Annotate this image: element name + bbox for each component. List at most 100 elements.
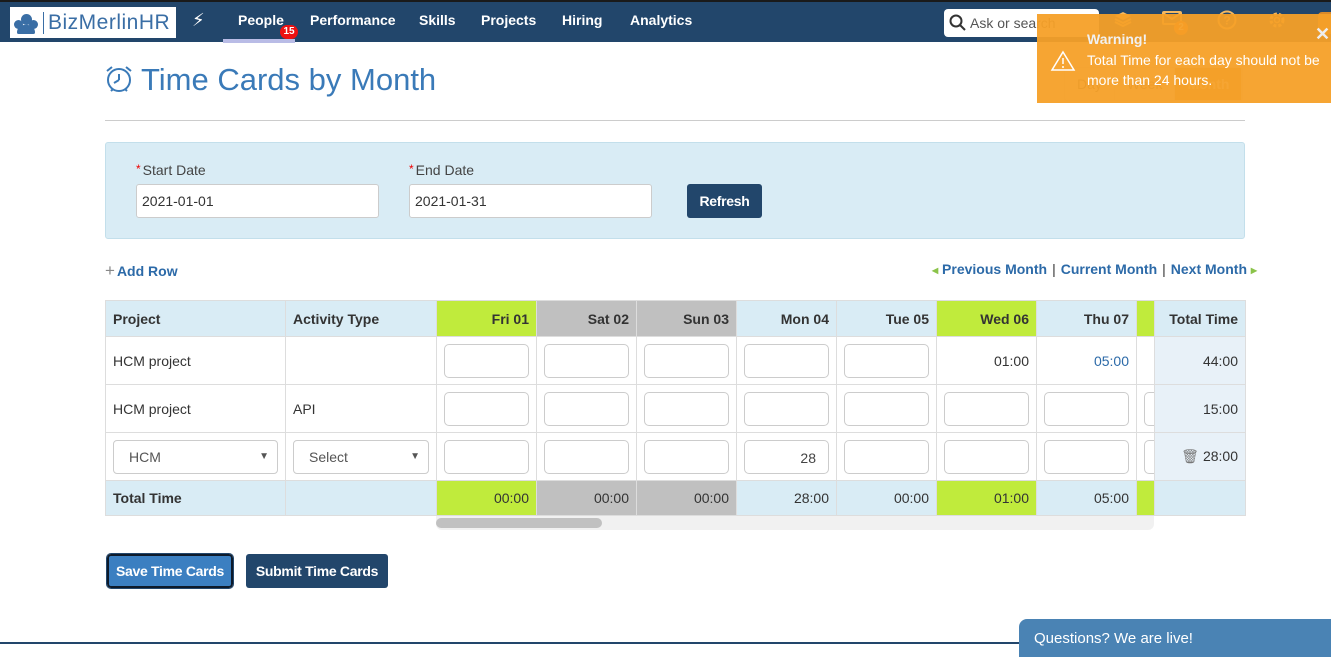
hours-input[interactable] — [544, 343, 629, 378]
footer-divider — [0, 642, 1020, 644]
day-cell — [936, 432, 1037, 481]
day-cell — [436, 384, 537, 433]
day-total: 05:00 — [1036, 480, 1137, 516]
hours-input[interactable] — [544, 439, 629, 474]
day-cell: 01:00 — [936, 336, 1037, 385]
row-total-cell: 🗑︎ 28:00 — [1154, 432, 1246, 481]
hours-input[interactable] — [944, 391, 1029, 426]
hours-input[interactable] — [444, 343, 529, 378]
day-cell: 28 — [736, 432, 837, 481]
nav-people[interactable]: People — [238, 12, 284, 28]
day-header: Tue 05 — [836, 300, 937, 337]
day-total: 00:00 — [636, 480, 737, 516]
day-cell — [436, 432, 537, 481]
table-row — [436, 384, 1154, 433]
horizontal-scrollbar[interactable] — [436, 516, 1154, 530]
project-cell: HCM project — [105, 384, 286, 433]
day-header: Fri 01 — [436, 300, 537, 337]
day-cell — [836, 432, 937, 481]
end-date-input[interactable]: 2021-01-31 — [409, 184, 652, 218]
nav-projects[interactable]: Projects — [481, 12, 536, 28]
chevron-down-icon: ▼ — [410, 451, 420, 462]
day-header — [1136, 300, 1154, 337]
hours-input[interactable] — [644, 391, 729, 426]
day-cell — [1136, 432, 1154, 481]
day-header: Wed 06 — [936, 300, 1037, 337]
scrollbar-thumb[interactable] — [436, 518, 602, 528]
warning-message: Total Time for each day should not be mo… — [1087, 52, 1320, 88]
bolt-icon[interactable]: ⚡︎ — [192, 10, 205, 31]
submit-time-cards-button[interactable]: Submit Time Cards — [246, 554, 388, 588]
column-header-total: Total Time — [1154, 300, 1246, 337]
row-total: 15:00 — [1154, 384, 1246, 433]
hours-input[interactable] — [444, 391, 529, 426]
start-date-label: * Start Date — [136, 162, 206, 178]
close-icon[interactable]: ✕ — [1315, 24, 1330, 45]
total-time-label: Total Time — [105, 480, 286, 516]
day-cell — [736, 336, 837, 385]
project-cell: HCM project — [105, 336, 286, 385]
start-date-input[interactable]: 2021-01-01 — [136, 184, 379, 218]
column-header-project: Project — [105, 300, 286, 337]
warning-title: Warning! — [1087, 31, 1148, 47]
nav-performance[interactable]: Performance — [310, 12, 396, 28]
activity-cell — [285, 336, 437, 385]
row-total: 44:00 — [1154, 336, 1246, 385]
day-total: 00:00 — [436, 480, 537, 516]
hours-input[interactable] — [944, 439, 1029, 474]
refresh-button[interactable]: Refresh — [687, 184, 762, 218]
day-cell: 05:00 — [1036, 336, 1137, 385]
current-month-link[interactable]: Current Month — [1061, 261, 1157, 277]
nav-analytics[interactable]: Analytics — [630, 12, 692, 28]
next-month-link[interactable]: Next Month — [1171, 261, 1247, 277]
day-header: Mon 04 — [736, 300, 837, 337]
title-divider — [105, 120, 1245, 121]
chevron-down-icon: ▼ — [259, 451, 269, 462]
day-cell — [636, 336, 737, 385]
day-total: 00:00 — [836, 480, 937, 516]
hours-input[interactable] — [1144, 439, 1154, 474]
live-chat-widget[interactable]: Questions? We are live! — [1019, 619, 1331, 657]
day-cell — [536, 384, 637, 433]
hours-input[interactable] — [744, 391, 829, 426]
logo[interactable]: BizMerlinHR — [10, 7, 176, 38]
nav-hiring[interactable]: Hiring — [562, 12, 602, 28]
day-total — [1136, 480, 1154, 516]
activity-select[interactable]: Select ▼ — [293, 439, 429, 474]
column-header-activity: Activity Type — [285, 300, 437, 337]
hours-input[interactable]: 28 — [744, 439, 829, 474]
trash-icon[interactable]: 🗑︎ — [1181, 448, 1199, 464]
hours-input[interactable] — [1044, 391, 1129, 426]
day-cell — [536, 432, 637, 481]
table-row: HCM project — [105, 336, 437, 385]
hours-input[interactable] — [844, 391, 929, 426]
hours-input[interactable] — [844, 343, 929, 378]
hours-link[interactable]: 05:00 — [1094, 353, 1129, 369]
days-scroll-area[interactable]: Fri 01 Sat 02 Sun 03 Mon 04 Tue 05 Wed 06 Thu … — [436, 300, 1154, 530]
hours-input[interactable] — [744, 343, 829, 378]
day-cell — [936, 384, 1037, 433]
day-header: Thu 07 — [1036, 300, 1137, 337]
page-title: Time Cards by Month — [141, 62, 437, 97]
hours-input[interactable] — [1044, 439, 1129, 474]
day-cell — [536, 336, 637, 385]
hours-input[interactable] — [444, 439, 529, 474]
project-select[interactable]: HCM ▼ — [113, 439, 278, 474]
previous-month-link[interactable]: Previous Month — [942, 261, 1047, 277]
hours-input[interactable] — [544, 391, 629, 426]
hours-input[interactable] — [644, 439, 729, 474]
logo-text: BizMerlinHR — [48, 10, 171, 34]
add-row-link[interactable]: + Add Row — [105, 261, 178, 281]
day-total: 00:00 — [536, 480, 637, 516]
hours-input[interactable] — [1144, 391, 1154, 426]
hours-input[interactable] — [844, 439, 929, 474]
hours-input[interactable] — [644, 343, 729, 378]
chevron-right-icon: ▶ — [1250, 265, 1258, 275]
day-cell — [636, 432, 737, 481]
day-cell — [1136, 384, 1154, 433]
table-row: 28 — [436, 432, 1154, 481]
nav-skills[interactable]: Skills — [419, 12, 456, 28]
people-badge: 15 — [280, 25, 298, 39]
table-row: 01:00 05:00 — [436, 336, 1154, 385]
save-time-cards-button[interactable]: Save Time Cards — [106, 553, 234, 589]
